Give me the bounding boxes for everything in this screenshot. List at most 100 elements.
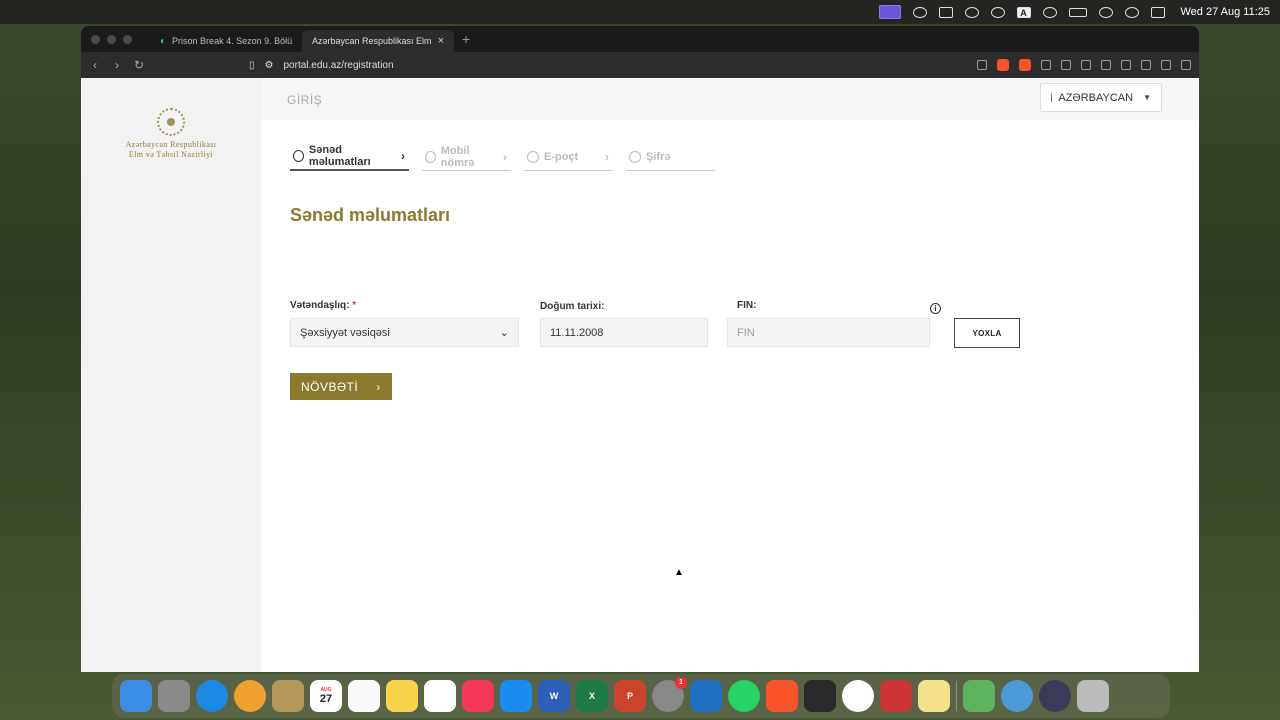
calendar-icon[interactable]: AUG 27 <box>310 680 342 712</box>
close-window-icon[interactable] <box>91 34 100 44</box>
wallet-icon[interactable] <box>1121 60 1131 70</box>
new-tab-icon[interactable]: + <box>462 31 470 47</box>
battery-icon[interactable] <box>1068 7 1087 17</box>
step-mobile-number[interactable]: Mobil nömrə › <box>422 143 511 171</box>
menu-bar-clock[interactable]: Wed 27 Aug 11:25 <box>1181 6 1271 18</box>
citizenship-select[interactable]: Şəxsiyyət vəsiqəsi ⌄ <box>290 318 519 347</box>
reload-icon[interactable]: ↻ <box>133 58 145 72</box>
reminders-icon[interactable] <box>348 680 380 712</box>
control-center-icon[interactable] <box>1150 6 1165 18</box>
screenshot-icon[interactable] <box>1081 60 1091 70</box>
step-label: E-poçt <box>544 150 579 163</box>
bookmark-icon[interactable]: ▯ <box>249 60 255 71</box>
address-bar[interactable]: ▯ ⚙ portal.edu.az/registration <box>249 60 967 71</box>
calendar-day: 27 <box>319 693 333 705</box>
menu-bar: A Wed 27 Aug 11:25 <box>0 0 1280 24</box>
wifi-icon[interactable] <box>1098 6 1113 18</box>
extension-icon[interactable] <box>1041 60 1051 70</box>
forward-icon[interactable]: › <box>111 58 123 72</box>
step-radio-icon <box>629 150 641 163</box>
step-label: Şifrə <box>646 150 671 163</box>
finder-icon[interactable] <box>120 680 152 712</box>
dock-separator <box>956 681 957 711</box>
launchpad-icon[interactable] <box>158 680 190 712</box>
safari-icon[interactable] <box>196 680 228 712</box>
zoom-window-icon[interactable] <box>123 34 132 44</box>
url-text[interactable]: portal.edu.az/registration <box>283 60 393 71</box>
login-link[interactable]: GİRİŞ <box>287 93 322 107</box>
word-icon[interactable]: W <box>538 680 570 712</box>
language-label: AZƏRBAYCAN <box>1058 91 1134 104</box>
birthdate-field[interactable]: 11.11.2008 <box>540 318 708 347</box>
powerpoint-icon[interactable]: P <box>614 680 646 712</box>
system-settings-icon[interactable]: 1 <box>652 677 687 712</box>
required-mark: * <box>352 300 357 311</box>
brave-shields-icon[interactable] <box>997 59 1009 71</box>
back-icon[interactable]: ‹ <box>89 58 101 72</box>
step-label: Sənəd məlumatları <box>308 144 371 168</box>
stickies-icon[interactable] <box>918 680 950 712</box>
preview-icon[interactable] <box>1001 680 1033 712</box>
fin-input[interactable]: FIN <box>727 318 930 347</box>
chatgpt-icon[interactable] <box>912 6 927 18</box>
vscode-icon[interactable] <box>690 680 722 712</box>
next-button[interactable]: NÖVBƏTİ › <box>290 373 392 400</box>
page-content: Azərbaycan Respublikası Elm və Təhsil Na… <box>81 78 1199 672</box>
screen-share-icon[interactable] <box>878 5 901 19</box>
app-icon[interactable] <box>804 680 836 712</box>
puzzle-icon[interactable] <box>1061 60 1071 70</box>
brave-icon[interactable] <box>766 680 798 712</box>
obs-icon[interactable] <box>1039 680 1071 712</box>
chevron-down-icon: ⌄ <box>499 327 509 339</box>
notes-icon[interactable] <box>386 680 418 712</box>
tv-icon: ◐ <box>160 35 167 47</box>
dots-icon[interactable] <box>1042 6 1057 18</box>
brave-rewards-icon[interactable] <box>1019 59 1031 71</box>
trash-icon[interactable] <box>1077 680 1109 712</box>
tab-prison-break[interactable]: ◐ Prison Break 4. Sezon 9. Bölüm Tü <box>150 30 302 52</box>
photos-icon[interactable] <box>234 680 266 712</box>
vpn-icon[interactable] <box>1161 60 1171 70</box>
step-radio-icon <box>293 150 304 162</box>
focus-icon[interactable] <box>964 6 979 18</box>
step-document-info[interactable]: Sənəd məlumatları › <box>290 143 409 171</box>
spotlight-icon[interactable] <box>1124 6 1139 18</box>
logo-line-2: Elm və Təhsil Nazirliyi <box>128 150 214 159</box>
close-tab-icon[interactable]: × <box>438 35 444 47</box>
archive-icon[interactable] <box>272 680 304 712</box>
site-settings-icon[interactable]: ⚙ <box>265 60 274 71</box>
language-selector[interactable]: AZƏRBAYCAN ▼ <box>1040 83 1162 112</box>
step-radio-icon <box>425 150 436 163</box>
tab-azerbaijan-portal[interactable]: Azərbaycan Respublikası Elm × <box>302 30 454 52</box>
window-controls <box>91 34 132 44</box>
azerbaijan-flag-icon <box>1051 93 1053 102</box>
whatsapp-icon[interactable] <box>728 680 760 712</box>
compass-icon[interactable] <box>990 6 1005 18</box>
freeform-icon[interactable] <box>424 680 456 712</box>
keyboard-icon[interactable] <box>938 6 953 18</box>
tab-bar: ◐ Prison Break 4. Sezon 9. Bölüm Tü Azər… <box>81 26 1199 52</box>
menu-icon[interactable] <box>1181 60 1191 70</box>
step-email[interactable]: E-poçt › <box>524 143 613 171</box>
toolbar-actions <box>977 59 1191 71</box>
excel-icon[interactable]: X <box>576 680 608 712</box>
step-password[interactable]: Şifrə <box>626 143 715 171</box>
chatgpt-dock-icon[interactable] <box>842 680 874 712</box>
leo-icon[interactable] <box>1141 60 1151 70</box>
fin-label: FIN: <box>737 300 757 311</box>
editor-icon[interactable] <box>963 680 995 712</box>
sidebar-icon[interactable] <box>1101 60 1111 70</box>
books-icon[interactable] <box>880 680 912 712</box>
chevron-right-icon: › <box>401 149 405 163</box>
share-icon[interactable] <box>977 60 987 70</box>
minimize-window-icon[interactable] <box>107 34 116 44</box>
info-icon[interactable]: i <box>930 303 941 314</box>
app-store-icon[interactable] <box>500 680 532 712</box>
chevron-right-icon: › <box>605 149 609 164</box>
music-icon[interactable] <box>462 680 494 712</box>
chevron-right-icon: › <box>376 379 381 394</box>
check-fin-button[interactable]: YOXLA <box>954 318 1020 348</box>
browser-toolbar: ‹ › ↻ ▯ ⚙ portal.edu.az/registration <box>81 52 1199 78</box>
ministry-logo[interactable]: Azərbaycan Respublikası Elm və Təhsil Na… <box>81 108 261 160</box>
input-source-icon[interactable]: A <box>1016 6 1031 18</box>
